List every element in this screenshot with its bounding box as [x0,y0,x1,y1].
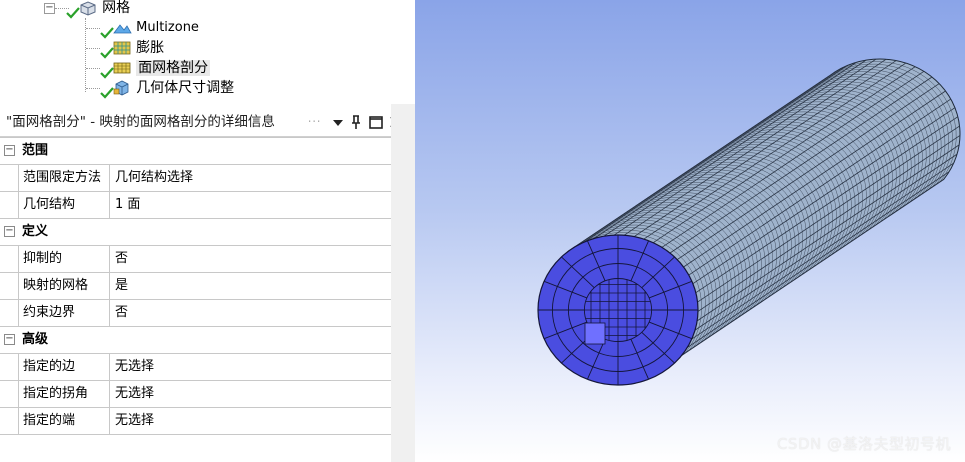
property-value[interactable]: 1 面 [109,192,410,218]
cylinder-mesh-model[interactable] [415,0,965,462]
property-value[interactable]: 无选择 [109,381,410,407]
property-name: 指定的边 [18,354,113,380]
dropdown-icon[interactable] [330,114,346,130]
property-name: 几何结构 [18,192,113,218]
property-row[interactable]: 约束边界 否 [0,300,410,327]
tree-connector [86,48,100,49]
property-value[interactable]: 否 [109,300,410,326]
tree-item-label: 面网格剖分 [136,60,211,76]
tree-item-body-sizing[interactable]: 几何体尺寸调整 [86,78,235,99]
outline-tree: − 网格 Multizone 膨胀 面网格剖分 几何体尺寸调整 [0,0,412,104]
tree-item-label: 膨胀 [136,40,165,56]
maximize-icon[interactable] [368,114,384,130]
property-row[interactable]: 几何结构 1 面 [0,192,410,219]
property-row[interactable]: 指定的拐角 无选择 [0,381,410,408]
details-panel-header: "面网格剖分" - 映射的面网格剖分的详细信息 ⋅⋅⋅ [0,108,412,137]
watermark: CSDN @基洛夫型初号机 [776,435,951,453]
section-label: 范围 [22,143,49,158]
tree-connector [86,28,100,29]
property-row[interactable]: 抑制的 否 [0,246,410,273]
selected-face-element[interactable] [584,322,606,345]
property-value[interactable]: 是 [109,273,410,299]
property-name: 约束边界 [18,300,113,326]
tree-item-label: 网格 [102,0,131,16]
inflation-icon [113,41,131,55]
graphics-viewport[interactable]: CSDN @基洛夫型初号机 [415,0,965,462]
property-value[interactable]: 无选择 [109,354,410,380]
mesh-icon [80,1,96,16]
property-row[interactable]: 范围限定方法 几何结构选择 [0,165,410,192]
section-collapse-toggle[interactable]: − [4,226,15,237]
tree-item-mesh[interactable]: 网格 [66,0,131,19]
property-name: 映射的网格 [18,273,113,299]
left-pane: − 网格 Multizone 膨胀 面网格剖分 几何体尺寸调整 "面网格剖分" … [0,0,415,462]
property-row[interactable]: 映射的网格 是 [0,273,410,300]
cylinder-end-face-mesh[interactable] [537,234,699,386]
multizone-icon [113,24,132,34]
tree-connector [86,88,100,89]
property-name: 指定的端 [18,408,113,434]
section-collapse-toggle[interactable]: − [4,334,15,345]
check-icon [100,87,114,99]
tree-item-inflation[interactable]: 膨胀 [86,38,165,59]
section-definition[interactable]: − 定义 [0,219,410,246]
property-name: 抑制的 [18,246,113,272]
tree-connector [86,68,100,69]
face-meshing-icon [113,62,131,74]
property-name: 范围限定方法 [18,165,113,191]
property-row[interactable]: 指定的边 无选择 [0,354,410,381]
section-advanced[interactable]: − 高级 [0,327,410,354]
property-value[interactable]: 否 [109,246,410,272]
property-row[interactable]: 指定的端 无选择 [0,408,410,435]
tree-background [391,0,415,104]
section-scope[interactable]: − 范围 [0,138,410,165]
property-name: 指定的拐角 [18,381,113,407]
section-label: 高级 [22,332,49,347]
tree-item-multizone[interactable]: Multizone [86,18,199,39]
section-label: 定义 [22,224,49,239]
details-panel-title: "面网格剖分" - 映射的面网格剖分的详细信息 [6,114,275,130]
property-value[interactable]: 几何结构选择 [109,165,410,191]
body-sizing-icon [113,80,129,96]
check-icon [66,7,80,19]
tree-item-label: Multizone [136,20,199,35]
pin-icon[interactable] [348,114,364,130]
header-grip: ⋅⋅⋅ [308,115,322,128]
tree-item-face-meshing[interactable]: 面网格剖分 [86,58,211,79]
tree-item-label: 几何体尺寸调整 [136,80,235,96]
tree-collapse-toggle[interactable]: − [44,3,55,14]
details-property-grid: − 范围 范围限定方法 几何结构选择 几何结构 1 面 − 定义 抑制的 否 映… [0,137,410,435]
section-collapse-toggle[interactable]: − [4,145,15,156]
property-value[interactable]: 无选择 [109,408,410,434]
